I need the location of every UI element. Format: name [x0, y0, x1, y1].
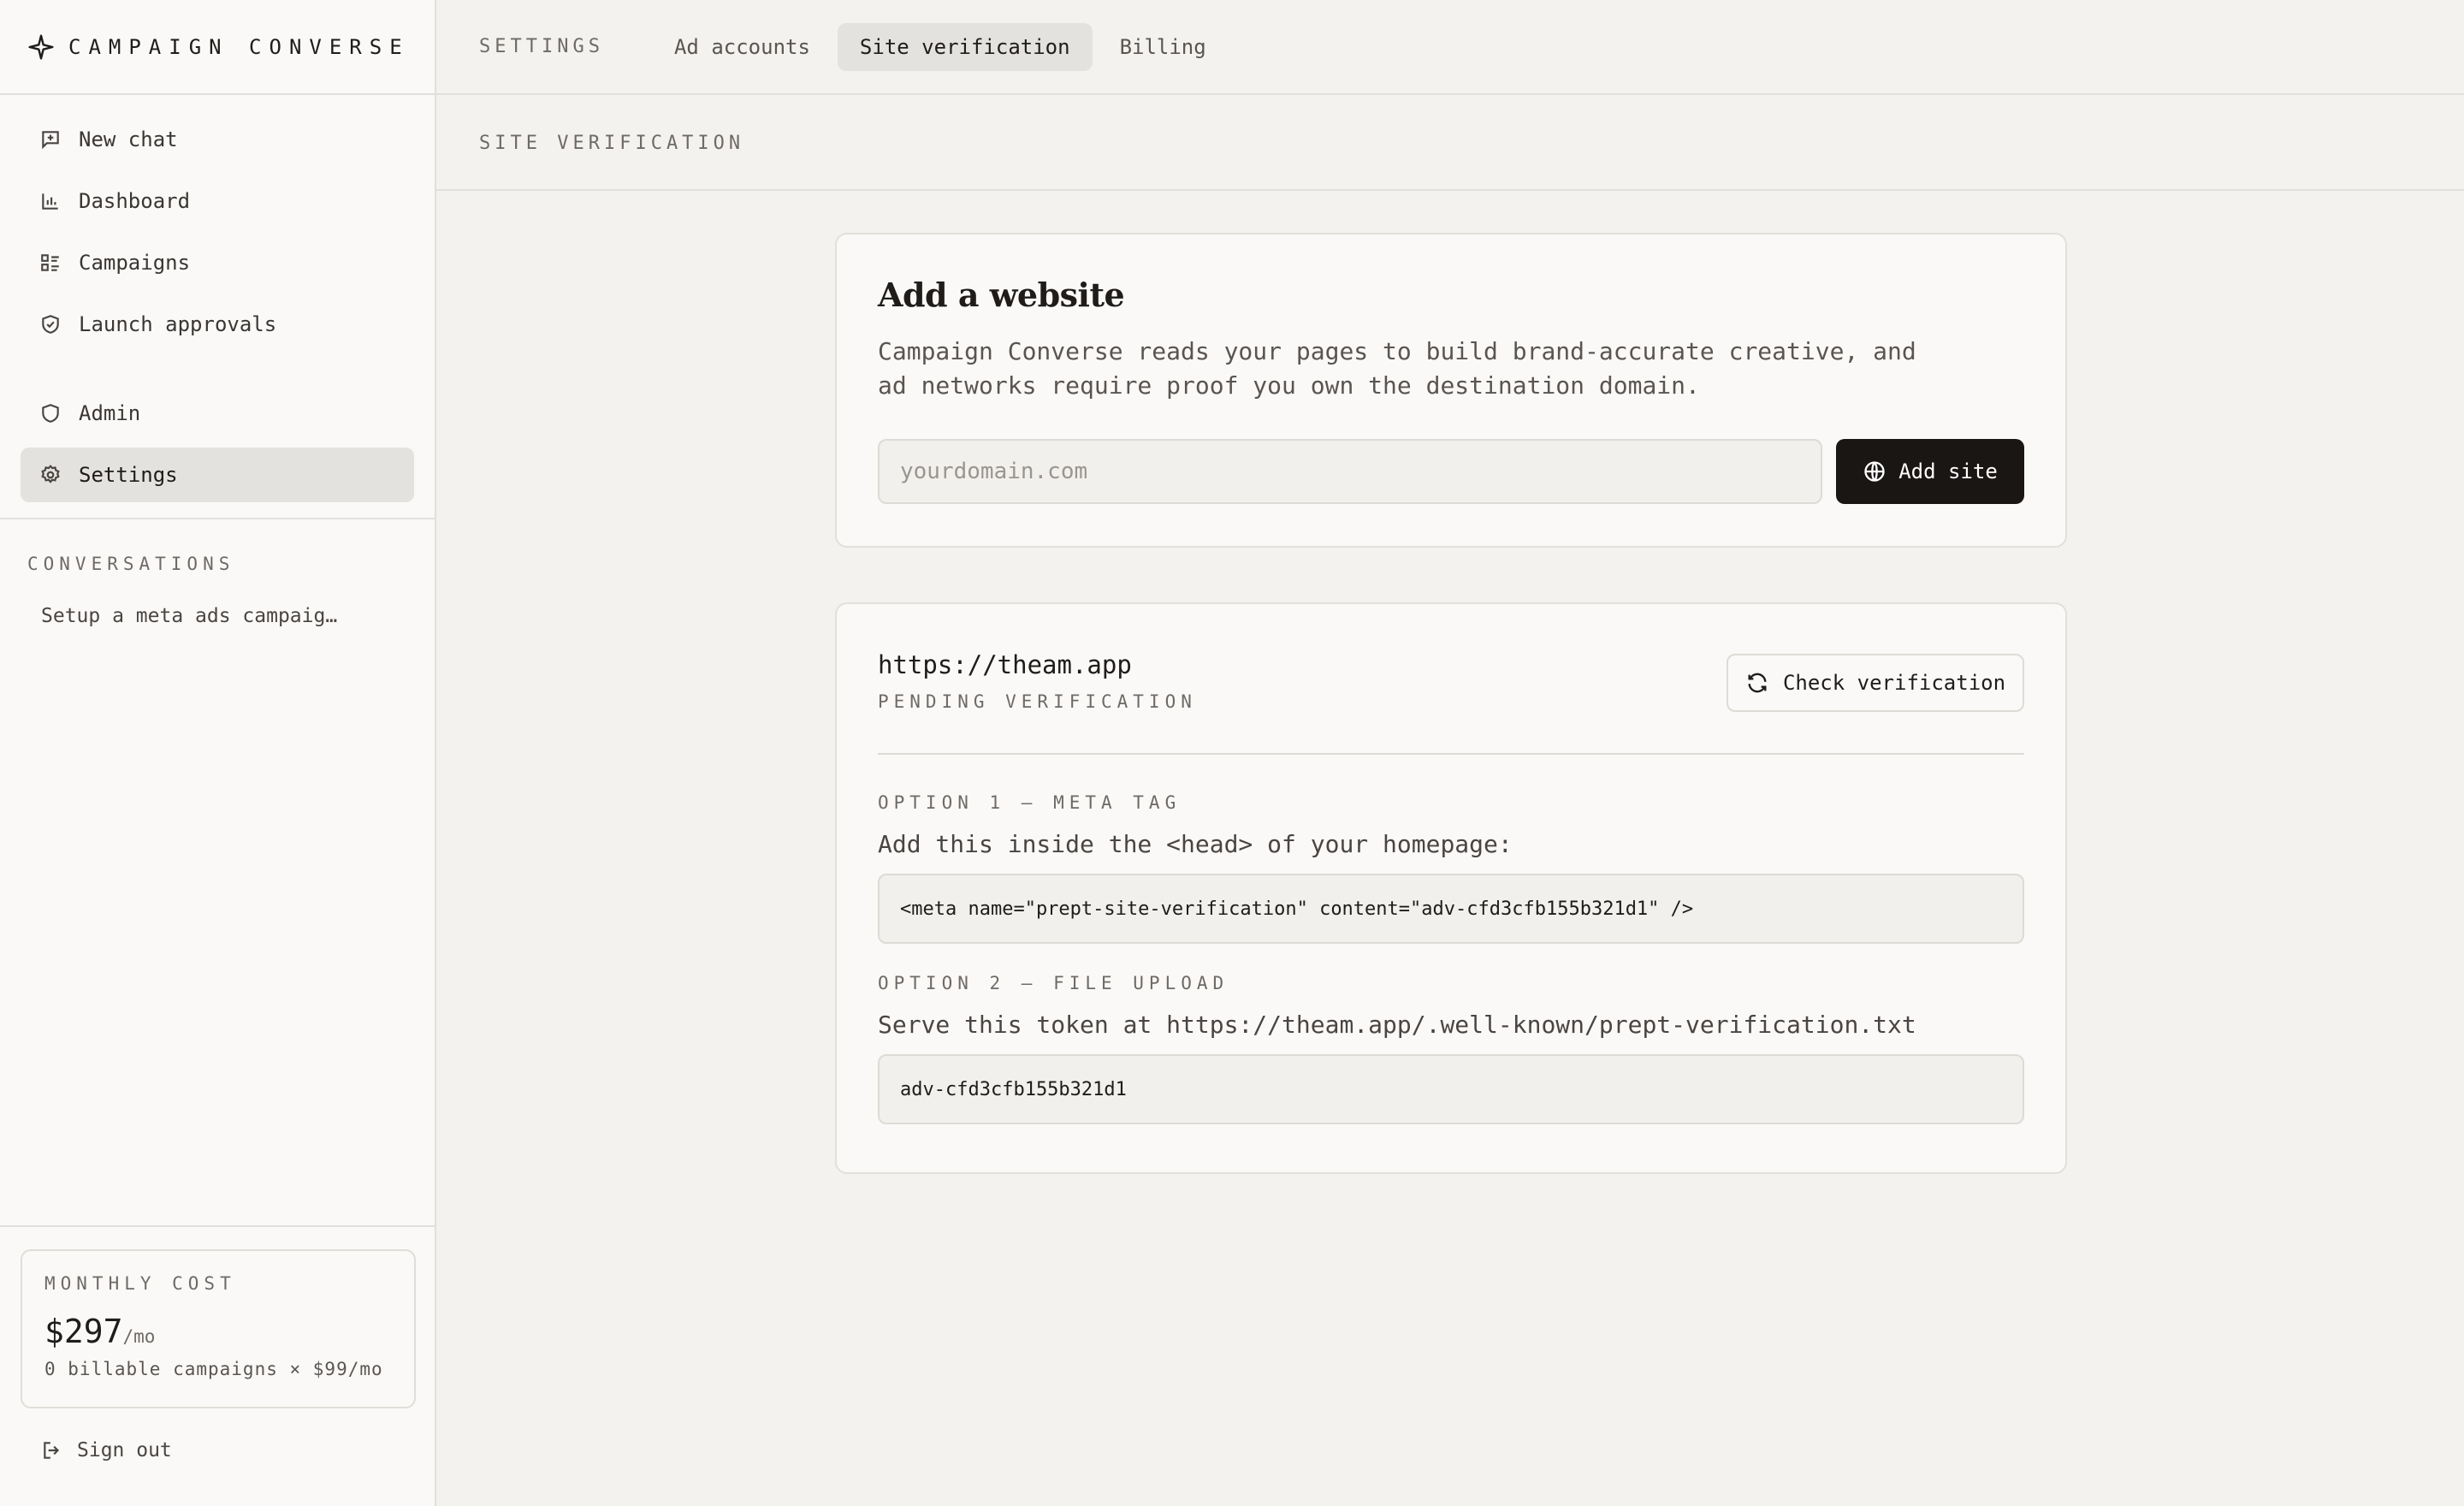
sign-out-button[interactable]: Sign out: [41, 1439, 172, 1462]
option2-label: OPTION 2 — FILE UPLOAD: [878, 973, 1229, 993]
list-icon: [41, 254, 59, 271]
shield-check-icon: [42, 315, 59, 334]
site-verification-card: https://theam.app PENDING VERIFICATION C…: [835, 602, 2067, 1174]
sidebar-footer: MONTHLY COST $297/mo 0 billable campaign…: [0, 1225, 435, 1506]
sidebar-item-settings[interactable]: Settings: [21, 448, 414, 502]
sidebar-item-campaigns[interactable]: Campaigns: [21, 235, 414, 290]
site-info: https://theam.app PENDING VERIFICATION: [878, 645, 1197, 712]
site-url: https://theam.app: [878, 650, 1132, 679]
sidebar: CAMPAIGN CONVERSE New chat Dashboard Cam…: [0, 0, 436, 1506]
add-site-button[interactable]: Add site: [1836, 439, 2024, 504]
message-plus-icon: [42, 131, 59, 150]
option1-description: Add this inside the <head> of your homep…: [878, 830, 1513, 858]
cost-amount: $297: [44, 1313, 123, 1350]
page-title: SITE VERIFICATION: [436, 97, 2464, 191]
domain-input[interactable]: [878, 439, 1822, 504]
bar-chart-icon: [42, 193, 58, 210]
tab-billing[interactable]: Billing: [1098, 23, 1229, 71]
sidebar-item-admin[interactable]: Admin: [21, 386, 414, 441]
conversations-heading: CONVERSATIONS: [27, 554, 235, 574]
settings-header: SETTINGS Ad accounts Site verification B…: [436, 0, 2464, 95]
card-description: Campaign Converse reads your pages to bu…: [878, 337, 1916, 400]
sidebar-item-label: Campaigns: [79, 251, 191, 275]
cost-label: MONTHLY COST: [44, 1273, 236, 1294]
cost-price: $297/mo: [44, 1313, 414, 1350]
check-verification-button[interactable]: Check verification: [1727, 654, 2024, 712]
status-badge: PENDING VERIFICATION: [878, 691, 1197, 712]
globe-icon: [1864, 461, 1885, 482]
sidebar-item-label: Launch approvals: [79, 312, 277, 336]
sign-out-icon: [44, 1442, 60, 1459]
cost-period: /mo: [122, 1326, 156, 1347]
check-verification-label: Check verification: [1782, 671, 2006, 695]
sidebar-item-label: New chat: [79, 127, 178, 151]
token-code[interactable]: adv-cfd3cfb155b321d1: [878, 1054, 2024, 1124]
sidebar-item-launch-approvals[interactable]: Launch approvals: [21, 297, 414, 352]
sidebar-nav: New chat Dashboard Campaigns Launch appr…: [0, 95, 435, 502]
brand: CAMPAIGN CONVERSE: [0, 0, 435, 95]
option1-label: OPTION 1 — META TAG: [878, 792, 1182, 813]
sidebar-item-label: Settings: [79, 463, 178, 487]
card-title: Add a website: [878, 276, 1125, 314]
sidebar-item-new-chat[interactable]: New chat: [21, 112, 414, 167]
option2-description: Serve this token at https://theam.app/.w…: [878, 1011, 1916, 1039]
sidebar-item-dashboard[interactable]: Dashboard: [21, 174, 414, 228]
sign-out-label: Sign out: [77, 1439, 172, 1462]
sidebar-item-label: Dashboard: [79, 189, 191, 213]
tab-ad-accounts[interactable]: Ad accounts: [652, 23, 832, 71]
breadcrumb: SETTINGS: [479, 36, 604, 57]
meta-tag-code[interactable]: <meta name="prept-site-verification" con…: [878, 874, 2024, 944]
sidebar-item-label: Admin: [79, 401, 141, 425]
site-header: https://theam.app PENDING VERIFICATION C…: [878, 645, 2024, 755]
add-site-row: Add site: [878, 439, 2024, 504]
shield-icon: [42, 404, 59, 423]
tab-site-verification[interactable]: Site verification: [837, 22, 1093, 71]
conversation-item[interactable]: Setup a meta ads campaig…: [0, 574, 435, 627]
sparkle-icon: [28, 33, 54, 60]
refresh-icon: [1748, 673, 1767, 693]
monthly-cost-card: MONTHLY COST $297/mo 0 billable campaign…: [21, 1249, 416, 1408]
add-website-card: Add a website Campaign Converse reads yo…: [835, 233, 2067, 548]
add-site-label: Add site: [1898, 460, 1998, 483]
gear-icon: [41, 465, 60, 483]
cost-detail: 0 billable campaigns × $99/mo: [44, 1359, 383, 1379]
brand-name: CAMPAIGN CONVERSE: [68, 34, 410, 59]
